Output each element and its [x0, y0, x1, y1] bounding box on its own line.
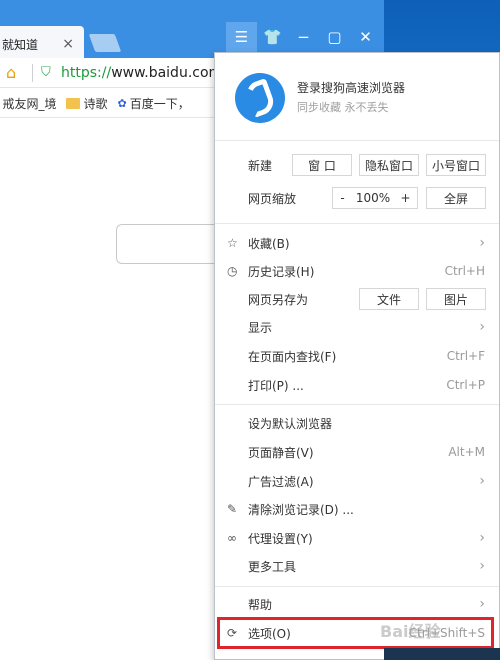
close-icon[interactable]: ✕	[350, 22, 381, 52]
shield-icon[interactable]: ⛉	[41, 65, 55, 81]
clock-icon: ◷	[227, 264, 238, 278]
sogou-logo-icon	[235, 73, 285, 123]
folder-icon	[66, 98, 81, 109]
bookmark-label: 诗歌	[83, 97, 108, 111]
shortcut-label: Alt+M	[448, 445, 485, 459]
menu-item-label: 页面静音(V)	[248, 445, 314, 460]
save-image-button[interactable]: 图片	[426, 288, 486, 310]
chevron-right-icon: ›	[479, 530, 485, 546]
options-highlight-box	[217, 617, 494, 649]
new-private-window-button[interactable]: 隐私窗口	[359, 154, 419, 176]
url-input[interactable]: https://www.baidu.com/	[61, 65, 227, 81]
menu-item-label: 网页另存为	[248, 292, 309, 307]
divider	[215, 586, 499, 587]
tab-close-icon[interactable]: ×	[62, 36, 74, 52]
menu-item-clear-history[interactable]: ✎ 清除浏览记录(D) ...	[215, 495, 499, 523]
bookmark-label: 百度一下，	[129, 97, 190, 111]
menu-item-label: 设为默认浏览器	[248, 416, 333, 431]
menu-item-display[interactable]: 显示 ›	[215, 313, 499, 341]
menu-item-default-browser[interactable]: 设为默认浏览器	[215, 409, 499, 437]
menu-item-more-tools[interactable]: 更多工具 ›	[215, 552, 499, 580]
profile-subtitle: 同步收藏 永不丢失	[297, 101, 389, 114]
maximize-icon[interactable]: ▢	[319, 22, 350, 52]
menu-item-print[interactable]: 打印(P) ... Ctrl+P	[215, 371, 499, 399]
minimize-icon[interactable]: −	[288, 22, 319, 52]
divider	[32, 63, 33, 82]
new-window-button[interactable]: 窗 口	[292, 154, 352, 176]
menu-item-label: 历史记录(H)	[248, 264, 315, 279]
new-tab-button[interactable]	[88, 34, 122, 52]
zoom-label: 网页缩放	[248, 191, 297, 206]
window-controls: ☰ 👕 − ▢ ✕	[226, 22, 384, 52]
bookmark-label: 戒友网_境	[2, 97, 57, 111]
menu-item-adblock[interactable]: 广告过滤(A) ›	[215, 467, 499, 495]
menu-item-mute[interactable]: 页面静音(V) Alt+M	[215, 438, 499, 466]
baidu-paw-icon: ✿	[117, 97, 127, 110]
taskbar	[384, 648, 500, 660]
menu-item-label: 广告过滤(A)	[248, 474, 314, 489]
profile-section[interactable]: 登录搜狗高速浏览器 同步收藏 永不丢失	[215, 53, 499, 141]
menu-item-label: 清除浏览记录(D) ...	[248, 502, 354, 517]
zoom-in-button[interactable]: +	[394, 187, 418, 209]
bookmark-item[interactable]: 诗歌	[66, 95, 108, 112]
eraser-icon: ✎	[227, 502, 238, 516]
link-icon: ∞	[227, 531, 237, 545]
menu-item-label: 更多工具	[248, 559, 297, 574]
bookmark-item[interactable]: ▫ 戒友网_境	[0, 95, 56, 112]
skin-icon[interactable]: 👕	[257, 22, 288, 52]
home-icon[interactable]: ⌂	[6, 63, 24, 82]
divider	[215, 404, 499, 405]
menu-item-history[interactable]: ◷ 历史记录(H) Ctrl+H	[215, 257, 499, 285]
chevron-right-icon: ›	[479, 596, 485, 612]
zoom-out-button[interactable]: -	[332, 187, 352, 209]
chevron-right-icon: ›	[479, 319, 485, 335]
divider	[215, 223, 499, 224]
zoom-level: 100%	[352, 187, 394, 209]
url-protocol: https://	[61, 64, 112, 81]
new-label: 新建	[248, 158, 273, 173]
shortcut-label: Ctrl+H	[444, 264, 485, 278]
save-file-button[interactable]: 文件	[359, 288, 419, 310]
menu-item-find[interactable]: 在页面内查找(F) Ctrl+F	[215, 342, 499, 370]
menu-item-help[interactable]: 帮助 ›	[215, 590, 499, 618]
menu-item-label: 收藏(B)	[248, 236, 290, 251]
profile-title: 登录搜狗高速浏览器	[297, 81, 406, 95]
watermark: Bai经验	[380, 622, 441, 641]
menu-item-proxy[interactable]: ∞ 代理设置(Y) ›	[215, 524, 499, 552]
menu-item-label: 帮助	[248, 597, 273, 612]
menu-item-label: 显示	[248, 320, 273, 335]
menu-item-bookmarks[interactable]: ☆ 收藏(B) ›	[215, 229, 499, 257]
shortcut-label: Ctrl+P	[446, 378, 485, 392]
new-alt-window-button[interactable]: 小号窗口	[426, 154, 486, 176]
menu-item-label: 在页面内查找(F)	[248, 349, 337, 364]
chevron-right-icon: ›	[479, 473, 485, 489]
menu-icon[interactable]: ☰	[226, 22, 257, 52]
main-menu: 登录搜狗高速浏览器 同步收藏 永不丢失 新建 窗 口 隐私窗口 小号窗口 网页缩…	[214, 52, 500, 660]
menu-item-label: 打印(P) ...	[248, 378, 304, 393]
fullscreen-button[interactable]: 全屏	[426, 187, 486, 209]
tab-title: 就知道	[2, 37, 39, 52]
bookmark-item[interactable]: ✿ 百度一下，	[118, 95, 190, 112]
star-icon: ☆	[227, 236, 238, 250]
menu-item-label: 代理设置(Y)	[248, 531, 313, 546]
shortcut-label: Ctrl+F	[446, 349, 485, 363]
chevron-right-icon: ›	[479, 558, 485, 574]
url-host: www.baidu.com/	[111, 64, 227, 81]
chevron-right-icon: ›	[479, 235, 485, 251]
browser-tab[interactable]: 就知道 ×	[0, 26, 84, 62]
